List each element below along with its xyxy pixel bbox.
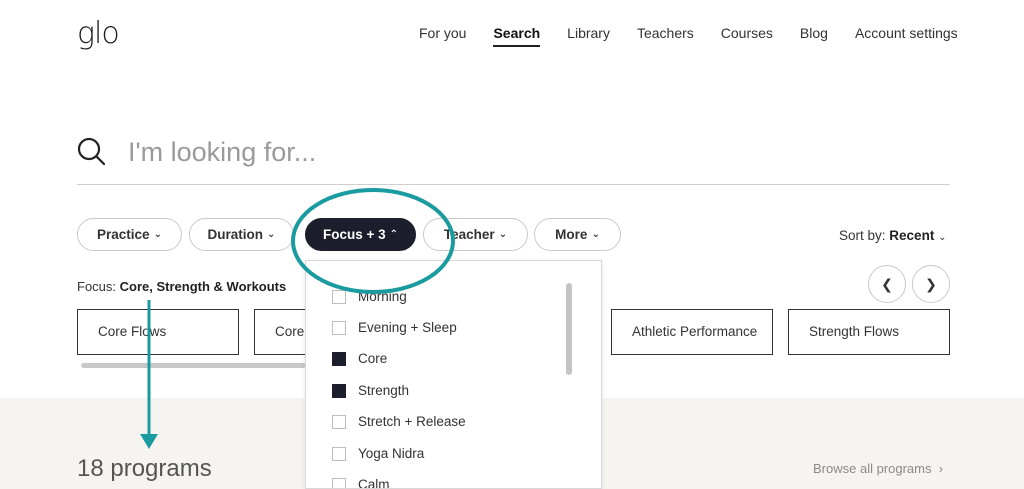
option-label: Strength [358,383,410,398]
nav-blog[interactable]: Blog [800,25,828,47]
search-input[interactable] [128,132,948,172]
focus-option-yoga-nidra[interactable]: Yoga Nidra [332,446,424,461]
option-label: Stretch + Release [358,414,466,429]
chevron-down-icon: ⌄ [591,229,600,240]
option-label: Yoga Nidra [358,446,425,461]
option-label: Core [358,351,388,366]
chevron-up-icon: ⌃ [389,229,399,240]
nav-courses[interactable]: Courses [721,25,773,47]
filter-focus-label: Focus + 3 [322,227,386,242]
filter-teacher-label: Teacher [443,227,495,242]
dropdown-scrollbar[interactable] [566,283,572,375]
checkbox[interactable] [332,289,346,304]
nav-teachers[interactable]: Teachers [637,25,694,47]
checkbox[interactable] [332,320,346,335]
filter-teacher-button[interactable]: Teacher ⌄ [423,218,528,251]
card-core-flows[interactable]: Core Flows [77,309,239,355]
program-count: 18 programs [77,455,212,482]
card-label: Strength Flows [809,324,900,339]
checkbox[interactable] [332,477,346,488]
focus-option-core[interactable]: Core [332,351,387,366]
card-label: Athletic Performance [632,324,758,339]
sort-dropdown[interactable]: Sort by: Recent ⌄ [839,228,946,243]
focus-option-evening-sleep[interactable]: Evening + Sleep [332,320,457,335]
focus-option-stretch-release[interactable]: Stretch + Release [332,414,466,429]
filter-more-label: More [555,227,588,242]
filter-practice-label: Practice [97,227,150,242]
card-label: Core [275,324,305,339]
carousel-prev-button[interactable]: ❮ [868,265,906,303]
glo-logo[interactable]: glo [77,16,120,51]
search-icon[interactable] [77,137,105,165]
card-label: Core Flows [98,324,167,339]
filter-duration-button[interactable]: Duration ⌄ [189,218,294,251]
browse-all-programs-link[interactable]: Browse all programs › [813,461,943,476]
option-label: Morning [358,289,407,304]
chevron-down-icon: ⌄ [267,229,276,240]
focus-summary: Focus: Core, Strength & Workouts [77,279,286,294]
filter-focus-button[interactable]: Focus + 3 ⌃ [305,218,416,251]
main-nav: For you Search Library Teachers Courses … [419,25,958,47]
focus-option-strength[interactable]: Strength [332,383,409,398]
chevron-down-icon: ⌄ [938,232,947,243]
filter-duration-label: Duration [207,227,264,242]
sort-label: Sort by: [839,228,886,243]
chevron-right-icon: › [935,461,944,476]
checkbox-checked[interactable] [332,383,346,398]
nav-account-settings[interactable]: Account settings [855,25,958,47]
checkbox-checked[interactable] [332,351,346,366]
focus-dropdown: Morning Evening + Sleep Core Strength St… [305,260,602,489]
sort-value: Recent [889,228,935,243]
focus-option-morning[interactable]: Morning [332,289,407,304]
filter-practice-button[interactable]: Practice ⌄ [77,218,182,251]
browse-link-label: Browse all programs [813,461,932,476]
chevron-down-icon: ⌄ [498,229,508,240]
nav-search[interactable]: Search [493,25,541,47]
focus-summary-value: Core, Strength & Workouts [119,279,287,294]
checkbox[interactable] [332,446,346,461]
option-label: Calm [358,477,390,489]
card-strength-flows[interactable]: Strength Flows [788,309,950,355]
nav-for-you[interactable]: For you [419,25,466,47]
chevron-right-icon: ❯ [925,275,937,292]
nav-library[interactable]: Library [567,25,610,47]
search-divider [77,184,950,185]
chevron-left-icon: ❮ [881,275,893,292]
option-label: Evening + Sleep [358,320,457,335]
chevron-down-icon: ⌄ [153,229,162,240]
focus-option-calm[interactable]: Calm [332,477,390,489]
cards-scrollbar[interactable] [81,363,306,368]
card-athletic-performance[interactable]: Athletic Performance [611,309,773,355]
filter-more-button[interactable]: More ⌄ [534,218,621,251]
focus-summary-label: Focus: [77,279,117,294]
carousel-next-button[interactable]: ❯ [912,265,950,303]
checkbox[interactable] [332,414,346,429]
